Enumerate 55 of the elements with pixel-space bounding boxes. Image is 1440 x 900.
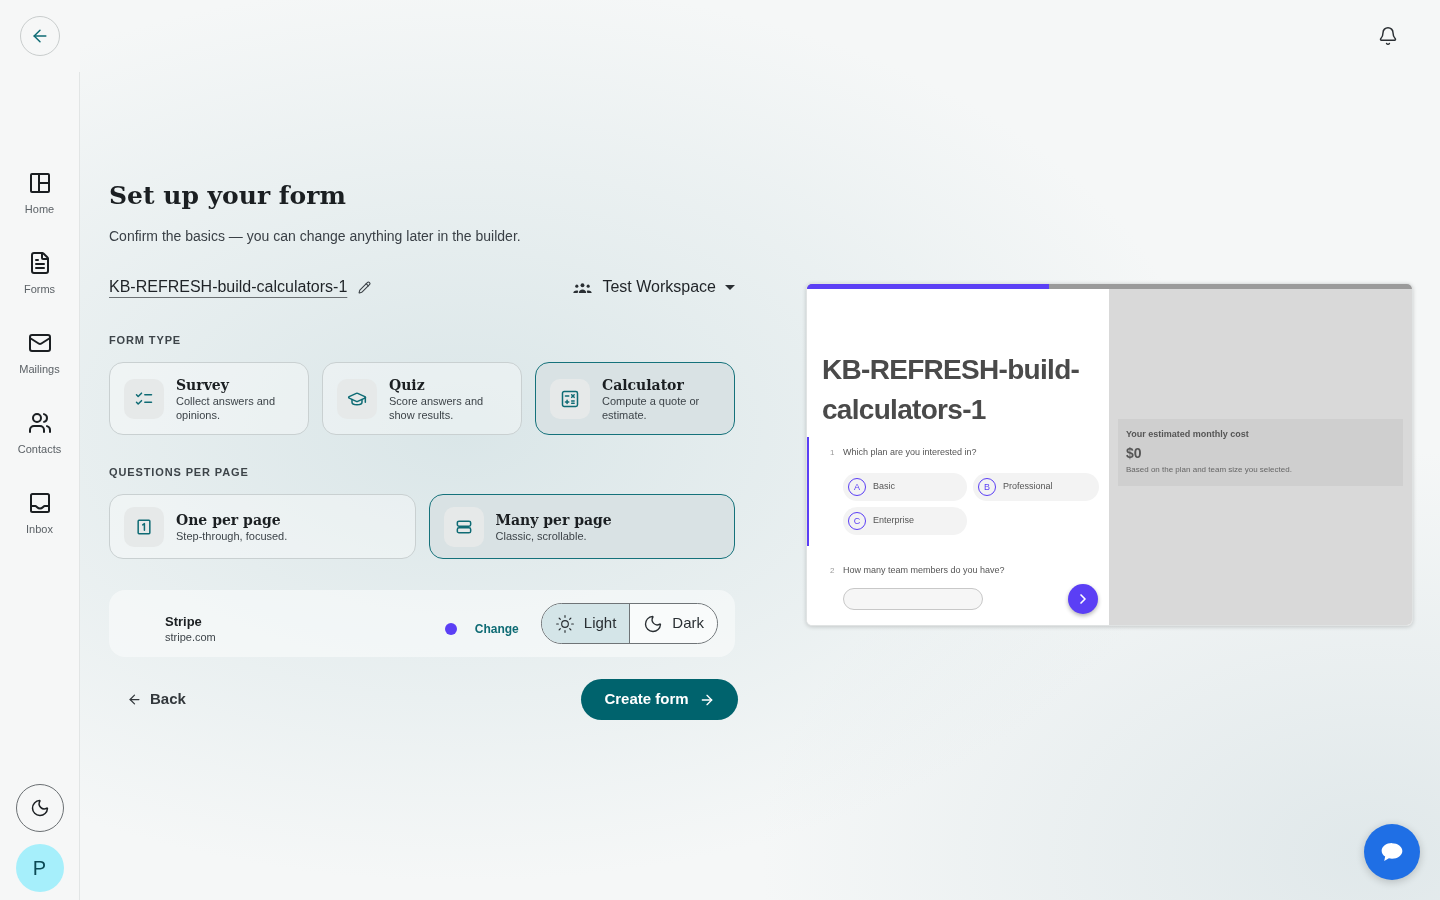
stacked-rows-icon — [443, 506, 484, 547]
form-type-card[interactable]: Quiz Score answers and show results. — [322, 362, 522, 435]
group-icon — [573, 281, 593, 293]
workspace-dropdown[interactable]: Test Workspace — [573, 275, 735, 299]
choice-option[interactable]: B Professional — [973, 473, 1099, 501]
layout-option-card[interactable]: One per page Step-through, focused. — [109, 494, 416, 559]
preview-title: KB-REFRESH-build-calculators-1 — [821, 353, 1081, 427]
chat-bubble-icon — [1381, 842, 1403, 862]
section-label: FORM TYPE — [109, 333, 183, 348]
theme-option[interactable]: Dark — [629, 604, 717, 643]
avatar[interactable]: P — [15, 844, 64, 892]
brand-name: Stripe — [165, 613, 203, 630]
layout-icon — [27, 171, 52, 195]
moon-icon — [643, 613, 664, 634]
question-number: 1 — [830, 447, 836, 459]
caret-down-icon — [725, 284, 735, 290]
sun-icon — [554, 613, 575, 634]
sidebar-nav-item[interactable]: Forms — [0, 234, 79, 314]
question-text: Which plan are you interested in? — [843, 446, 977, 460]
choice-option[interactable]: C Enterprise — [843, 507, 967, 535]
calculator-icon — [550, 378, 590, 419]
sidebar-nav-item[interactable]: Mailings — [0, 314, 79, 394]
sidebar-nav-item[interactable]: Inbox — [0, 474, 79, 554]
chat-button[interactable] — [1364, 824, 1420, 880]
people-icon — [27, 411, 52, 435]
result-value: $0 — [1126, 444, 1143, 462]
tray-icon — [27, 491, 52, 515]
page-subtitle: Confirm the basics — you can change anything later in the builder. — [109, 227, 522, 246]
section-label: QUESTIONS PER PAGE — [109, 465, 250, 480]
back-link[interactable]: Back — [127, 688, 186, 711]
pencil-icon[interactable] — [358, 280, 372, 294]
bell-icon[interactable] — [1378, 26, 1398, 46]
result-title: Your estimated monthly cost — [1126, 428, 1250, 440]
page-title: Set up your form — [109, 180, 347, 212]
change-link[interactable]: Change — [474, 620, 519, 637]
brand-domain: stripe.com — [165, 629, 216, 644]
choice-option[interactable]: A Basic — [843, 473, 967, 501]
question-number: 2 — [830, 565, 836, 577]
sidebar-nav-item[interactable]: Home — [0, 154, 79, 234]
question-text: How many team members do you have? — [843, 564, 1005, 578]
create-form-button[interactable]: Create form — [581, 679, 738, 720]
form-type-card[interactable]: Calculator Compute a quote or estimate. — [535, 362, 735, 435]
number-input-field[interactable] — [843, 588, 983, 610]
next-button[interactable] — [1068, 584, 1098, 614]
layout-option-card[interactable]: Many per page Classic, scrollable. — [428, 494, 735, 559]
theme-option[interactable]: Light — [541, 604, 630, 643]
result-note: Based on the plan and team size you selected. — [1126, 464, 1293, 475]
sidebar-nav-item[interactable]: Contacts — [0, 394, 79, 474]
numbered-page-icon — [124, 506, 164, 547]
form-name[interactable]: KB-REFRESH-build-calculators-1 — [109, 275, 348, 299]
envelope-icon — [27, 331, 52, 355]
form-type-card[interactable]: Survey Collect answers and opinions. — [109, 362, 309, 435]
moon-icon — [29, 798, 50, 818]
graduation-cap-icon — [337, 378, 377, 419]
checklist-icon — [124, 378, 164, 419]
